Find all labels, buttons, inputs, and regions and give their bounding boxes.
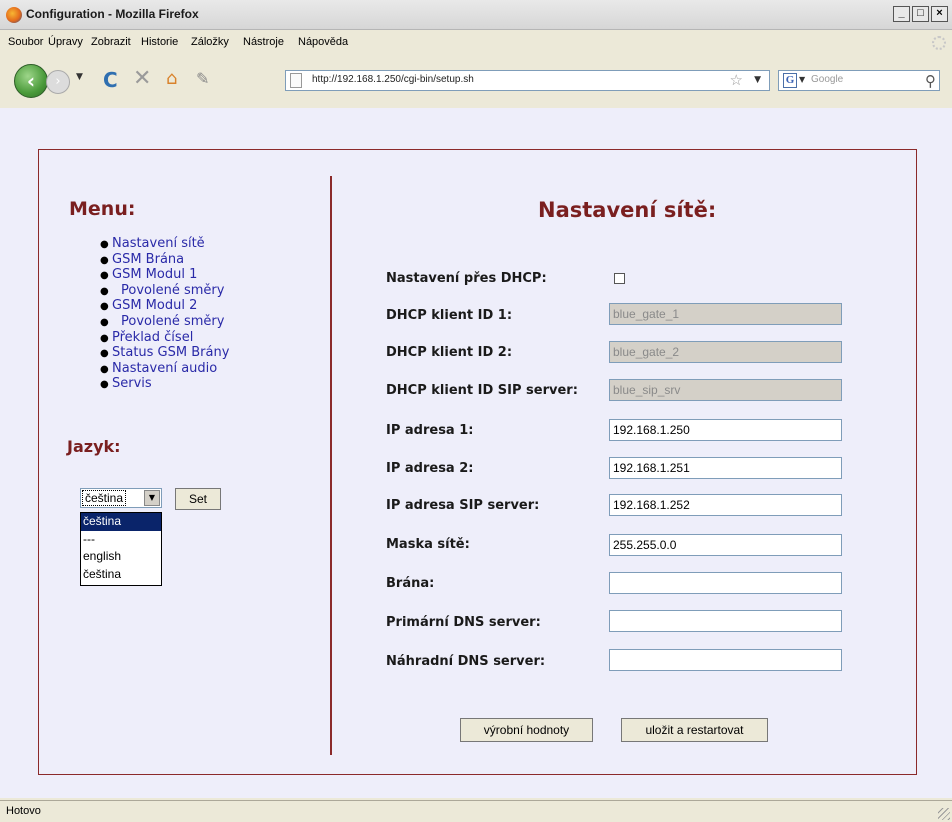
factory-defaults-button[interactable]: výrobní hodnoty (460, 718, 593, 742)
dhcp-client-id-sip-label: DHCP klient ID SIP server: (386, 383, 578, 398)
bullet: ● (100, 348, 109, 360)
close-button[interactable]: × (931, 6, 948, 22)
bullet: ● (100, 254, 109, 266)
status-bar: Hotovo (0, 800, 952, 822)
minimize-button[interactable]: _ (893, 6, 910, 22)
ip-address-sip-input[interactable]: 192.168.1.252 (609, 494, 842, 516)
language-dropdown-list: čeština --- english čeština (80, 512, 162, 586)
menu-link-status-gsm-brany[interactable]: ● Status GSM Brány (100, 345, 229, 361)
bullet: ● (100, 332, 109, 344)
status-text: Hotovo (6, 805, 41, 817)
reload-icon[interactable]: C (103, 68, 118, 92)
menu-link-preklad-cisel[interactable]: ● Překlad čísel (100, 330, 229, 346)
save-restart-button[interactable]: uložit a restartovat (621, 718, 768, 742)
firefox-icon (6, 7, 22, 23)
home-icon[interactable]: ⌂ (166, 68, 177, 89)
dhcp-client-id-2-label: DHCP klient ID 2: (386, 345, 513, 360)
bullet: ● (100, 301, 109, 313)
menu-link-gsm-modul-1[interactable]: ● GSM Modul 1 (100, 267, 229, 283)
secondary-dns-input[interactable] (609, 649, 842, 671)
menu-upravy[interactable]: Úpravy (48, 36, 83, 48)
dhcp-client-id-2-input: blue_gate_2 (609, 341, 842, 363)
bullet: ● (100, 270, 109, 282)
primary-dns-label: Primární DNS server: (386, 615, 541, 630)
bullet: ● (100, 379, 109, 391)
menu-link-gsm-brana[interactable]: ● GSM Brána (100, 252, 229, 268)
url-dropdown-icon[interactable]: ▼ (754, 75, 761, 85)
throbber-icon (932, 36, 946, 50)
maximize-button[interactable]: □ (912, 6, 929, 22)
google-engine-icon[interactable]: G (783, 73, 797, 88)
search-go-icon[interactable]: ⚲ (925, 72, 936, 90)
window-controls: _ □ × (893, 6, 948, 22)
url-bar[interactable]: http://192.168.1.250/cgi-bin/setup.sh ☆ … (285, 70, 770, 91)
language-option[interactable]: čeština (81, 566, 161, 584)
form-heading: Nastavení sítě: (538, 198, 717, 222)
language-option[interactable]: --- (81, 531, 161, 549)
title-bar: Configuration - Mozilla Firefox _ □ × (0, 0, 952, 30)
addon-icon[interactable]: ✎ (196, 69, 209, 88)
menu-bar: Soubor Úpravy Zobrazit Historie Záložky … (0, 33, 952, 53)
ip-address-2-input[interactable]: 192.168.1.251 (609, 457, 842, 479)
dhcp-client-id-sip-input: blue_sip_srv (609, 379, 842, 401)
resize-grip-icon[interactable] (938, 808, 950, 820)
language-heading: Jazyk: (67, 437, 121, 456)
primary-dns-input[interactable] (609, 610, 842, 632)
chevron-down-icon[interactable]: ▼ (144, 490, 160, 506)
menu-link-gsm-modul-2[interactable]: ● GSM Modul 2 (100, 298, 229, 314)
search-placeholder: Google (811, 74, 844, 85)
menu-link-nastaveni-audio[interactable]: ● Nastavení audio (100, 361, 229, 377)
ip-address-sip-label: IP adresa SIP server: (386, 498, 540, 513)
page-icon (290, 73, 302, 88)
set-language-button[interactable]: Set (175, 488, 221, 510)
netmask-input[interactable]: 255.255.0.0 (609, 534, 842, 556)
dhcp-client-id-1-label: DHCP klient ID 1: (386, 308, 513, 323)
gateway-input[interactable] (609, 572, 842, 594)
vertical-divider (330, 176, 332, 755)
url-text: http://192.168.1.250/cgi-bin/setup.sh (312, 74, 474, 85)
menu-link-nastaveni-site[interactable]: ● Nastavení sítě (100, 236, 229, 252)
bullet: ● (100, 316, 109, 328)
engine-dropdown-icon[interactable]: ▼ (799, 75, 805, 84)
gateway-label: Brána: (386, 576, 435, 591)
menu-zobrazit[interactable]: Zobrazit (91, 36, 131, 48)
language-selected-value: čeština (82, 490, 127, 506)
menu-link-povolene-smery-1[interactable]: ● Povolené směry (100, 283, 229, 299)
menu-soubor[interactable]: Soubor (8, 36, 43, 48)
forward-button[interactable]: › (46, 70, 70, 94)
menu-nastroje[interactable]: Nástroje (243, 36, 284, 48)
menu-napoveda[interactable]: Nápověda (298, 36, 348, 48)
bullet: ● (100, 363, 109, 375)
menu-historie[interactable]: Historie (141, 36, 178, 48)
menu-zalozky[interactable]: Záložky (191, 36, 229, 48)
search-bar[interactable]: G ▼ Google (778, 70, 940, 91)
language-option[interactable]: čeština (81, 513, 161, 531)
dhcp-client-id-1-input: blue_gate_1 (609, 303, 842, 325)
ip-address-1-input[interactable]: 192.168.1.250 (609, 419, 842, 441)
language-select[interactable]: čeština ▼ (80, 488, 162, 508)
bullet: ● (100, 239, 109, 250)
stop-icon[interactable]: ✕ (133, 66, 151, 91)
dhcp-checkbox[interactable] (614, 273, 625, 284)
language-option[interactable]: english (81, 548, 161, 566)
menu-link-povolene-smery-2[interactable]: ● Povolené směry (100, 314, 229, 330)
netmask-label: Maska sítě: (386, 537, 470, 552)
window-title: Configuration - Mozilla Firefox (26, 7, 199, 21)
secondary-dns-label: Náhradní DNS server: (386, 654, 546, 669)
history-dropdown-icon[interactable]: ▼ (76, 72, 83, 82)
dhcp-label: Nastavení přes DHCP: (386, 271, 547, 286)
menu-link-servis[interactable]: ● Servis (100, 376, 229, 392)
ip-address-2-label: IP adresa 2: (386, 461, 474, 476)
bullet: ● (100, 285, 109, 297)
back-button[interactable]: ‹ (14, 64, 48, 98)
menu-heading: Menu: (69, 198, 136, 220)
menu-list: ● Nastavení sítě ● GSM Brána ● GSM Modul 1 … (100, 236, 229, 392)
ip-address-1-label: IP adresa 1: (386, 423, 474, 438)
bookmark-star-icon[interactable]: ☆ (730, 71, 743, 89)
